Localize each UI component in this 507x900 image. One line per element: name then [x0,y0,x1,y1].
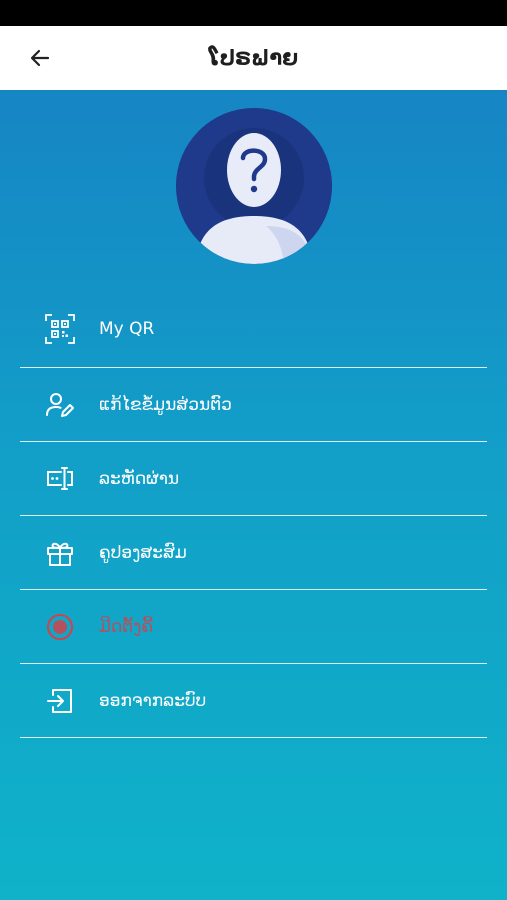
menu-item-dimmed[interactable]: ມີດຕັ້ງຄີ້ [20,590,487,664]
menu-item-my-qr[interactable]: My QR [20,290,487,368]
page-title: ໂປຣຟາຍ [208,46,299,70]
menu-item-password[interactable]: ລະຫັດຜ່ານ [20,442,487,516]
avatar[interactable] [176,108,332,264]
menu-item-label: ມີດຕັ້ງຄີ້ [99,616,154,637]
menu-item-coupons[interactable]: ຄູປອງສະສົມ [20,516,487,590]
arrow-left-icon [30,49,50,67]
edit-user-icon [44,389,76,421]
status-bar [0,0,507,26]
profile-menu: My QR ແກ້ໄຂຂໍ້ມູນສ່ວນຕົວ ລະຫັດຜ່ານ ຄູປອງ… [20,290,487,738]
logout-icon [44,685,76,717]
menu-item-label: My QR [99,318,155,339]
menu-item-edit-profile[interactable]: ແກ້ໄຂຂໍ້ມູນສ່ວນຕົວ [20,368,487,442]
app-header: ໂປຣຟາຍ [0,26,507,90]
menu-item-label: ຄູປອງສະສົມ [99,542,187,563]
profile-content: My QR ແກ້ໄຂຂໍ້ມູນສ່ວນຕົວ ລະຫັດຜ່ານ ຄູປອງ… [0,90,507,900]
menu-item-label: ອອກຈາກລະບົບ [99,690,207,711]
back-button[interactable] [22,40,58,76]
menu-item-label: ແກ້ໄຂຂໍ້ມູນສ່ວນຕົວ [99,394,232,415]
record-icon [44,611,76,643]
gift-icon [44,537,76,569]
qr-code-icon [44,313,76,345]
unknown-user-avatar-icon [176,108,332,264]
menu-item-logout[interactable]: ອອກຈາກລະບົບ [20,664,487,738]
password-icon [44,463,76,495]
menu-item-label: ລະຫັດຜ່ານ [99,468,180,489]
